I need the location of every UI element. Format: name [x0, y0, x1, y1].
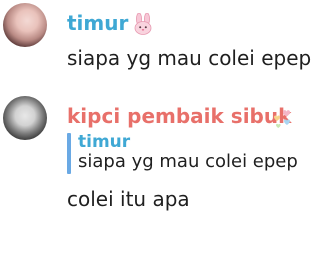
username[interactable]: timur [67, 11, 128, 35]
reply-text[interactable]: siapa yg mau colei epep [78, 151, 298, 173]
reply-quote-bar [67, 133, 71, 174]
bunny-icon [134, 13, 152, 35]
username[interactable]: kipci pembaik sibuk [67, 104, 291, 128]
avatar[interactable] [3, 3, 47, 47]
avatar[interactable] [3, 96, 47, 140]
message-text: colei itu apa [67, 187, 190, 211]
message-text: siapa yg mau colei epep [67, 46, 312, 70]
reply-username[interactable]: timur [78, 132, 130, 152]
chat-log: timur siapa yg mau colei epep kipci pemb… [0, 0, 320, 277]
hearts-icon [274, 110, 290, 128]
